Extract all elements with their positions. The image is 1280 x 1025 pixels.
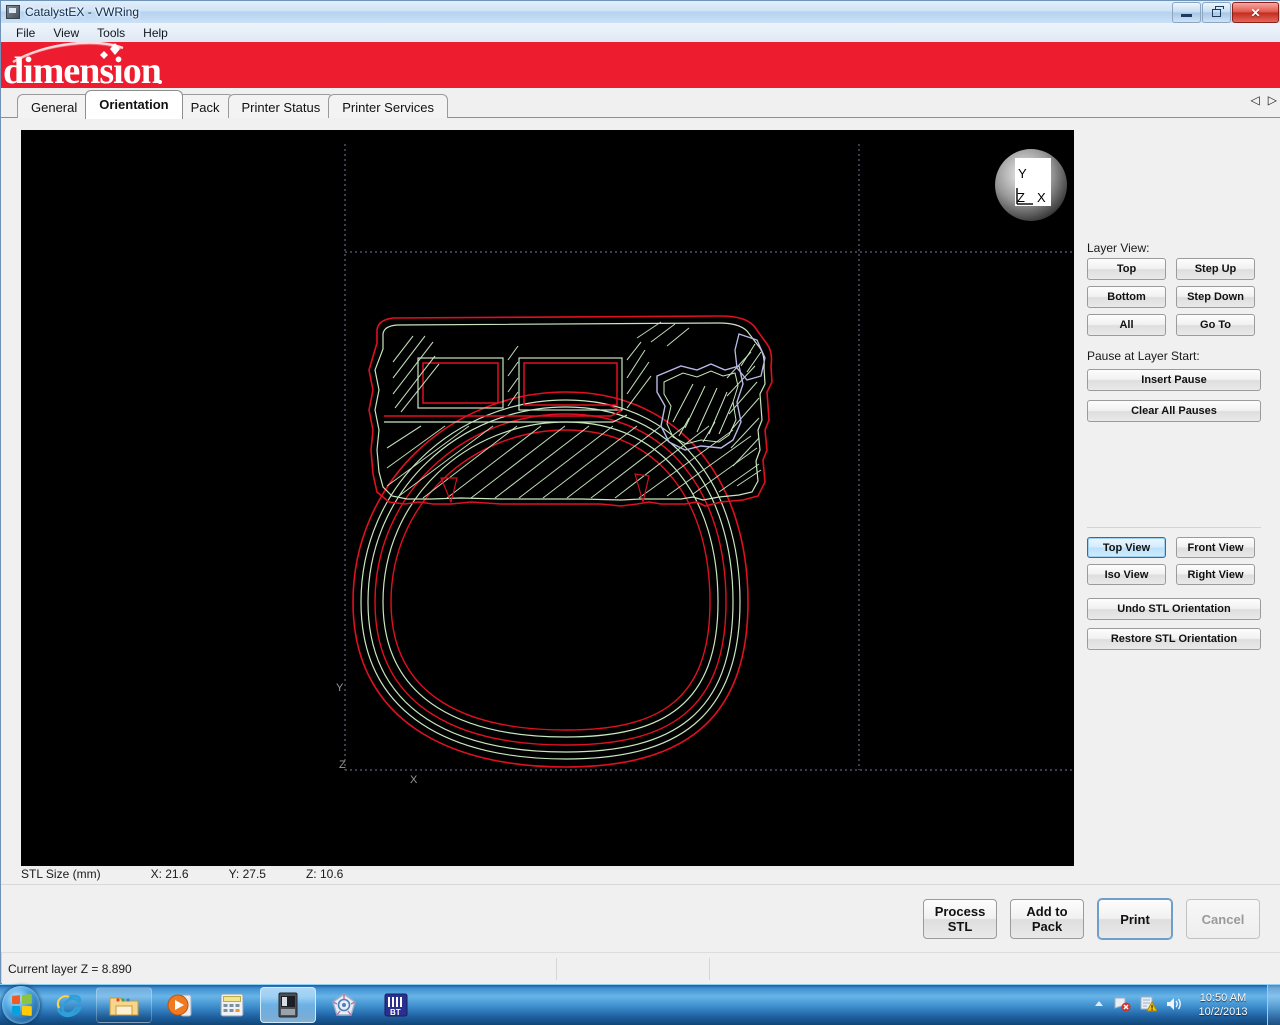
layer-all-button[interactable]: All xyxy=(1087,314,1166,336)
viewport-container: Y Z X Y Z X xyxy=(21,130,1074,870)
layer-bottom-button[interactable]: Bottom xyxy=(1087,286,1166,308)
screen: CatalystEX - VWRing ✕ File View Tools He… xyxy=(0,0,1280,1025)
svg-text:Y: Y xyxy=(336,682,344,694)
undo-stl-orientation-button[interactable]: Undo STL Orientation xyxy=(1087,598,1261,620)
status-current-layer: Current layer Z = 8.890 xyxy=(8,961,132,976)
taskbar-catalystex[interactable] xyxy=(260,987,316,1023)
stl-size-bar: STL Size (mm) X: 21.6 Y: 27.5 Z: 10.6 xyxy=(21,863,1074,885)
network-error-icon[interactable] xyxy=(1113,996,1131,1015)
print-button[interactable]: Print xyxy=(1098,899,1172,939)
menu-item-file[interactable]: File xyxy=(7,24,44,42)
stl-size-label: STL Size (mm) xyxy=(21,867,101,881)
layer-view-label: Layer View: xyxy=(1087,241,1150,255)
tab-scroll-left-icon[interactable]: ◁ xyxy=(1251,93,1260,107)
status-cell-3 xyxy=(710,957,1270,981)
brand-name: dimension xyxy=(3,50,162,88)
tab-printer-services[interactable]: Printer Services xyxy=(328,94,449,119)
printer-app-icon xyxy=(278,992,298,1018)
svg-text:X: X xyxy=(1037,190,1046,205)
restore-stl-orientation-button[interactable]: Restore STL Orientation xyxy=(1087,628,1261,650)
design-app-icon xyxy=(332,993,356,1016)
taskbar-calculator[interactable] xyxy=(208,987,256,1023)
view-preset-buttons: Top View Front View Iso View Right View xyxy=(1087,537,1255,585)
tab-strip: General Orientation Pack Printer Status … xyxy=(1,88,1280,119)
folder-icon xyxy=(109,997,139,1016)
tab-printer-status[interactable]: Printer Status xyxy=(227,94,335,119)
insert-pause-button[interactable]: Insert Pause xyxy=(1087,369,1261,391)
iso-view-button[interactable]: Iso View xyxy=(1087,564,1166,585)
taskbar-bt-app[interactable]: BT xyxy=(372,987,420,1023)
toolpath-preview: Y Z X Y Z X xyxy=(21,130,1074,866)
svg-text:Z: Z xyxy=(339,759,346,771)
tab-scroll-controls: ◁ ▷ xyxy=(1251,93,1277,107)
content-area: Y Z X Y Z X STL Size (mm) X: 21.6 Y: 27.… xyxy=(1,118,1280,1001)
brand-dot xyxy=(158,80,162,84)
taskbar-file-explorer[interactable] xyxy=(96,987,152,1023)
front-view-button[interactable]: Front View xyxy=(1176,537,1255,558)
tray-expand-icon[interactable] xyxy=(1093,998,1105,1013)
process-stl-button[interactable]: Process STL xyxy=(923,899,997,939)
cancel-button: Cancel xyxy=(1186,899,1260,939)
volume-icon[interactable] xyxy=(1165,996,1183,1015)
start-button[interactable] xyxy=(2,986,40,1024)
taskbar-internet-explorer[interactable] xyxy=(44,987,92,1023)
close-button[interactable]: ✕ xyxy=(1232,2,1279,23)
stl-size-y: Y: 27.5 xyxy=(228,867,266,881)
tab-general[interactable]: General xyxy=(17,94,92,119)
bt-app-icon: BT xyxy=(384,993,408,1017)
internet-explorer-icon xyxy=(56,994,82,1018)
top-view-button[interactable]: Top View xyxy=(1087,537,1166,558)
right-view-button[interactable]: Right View xyxy=(1176,564,1255,585)
layer-step-up-button[interactable]: Step Up xyxy=(1176,258,1255,280)
show-desktop-button[interactable] xyxy=(1267,985,1280,1025)
title-bar: CatalystEX - VWRing ✕ xyxy=(1,1,1280,23)
window-controls: ✕ xyxy=(1171,2,1279,23)
layer-top-button[interactable]: Top xyxy=(1087,258,1166,280)
system-tray: 10:50 AM 10/2/2013 xyxy=(1089,985,1280,1025)
pause-at-layer-start-label: Pause at Layer Start: xyxy=(1087,349,1200,363)
panel-divider xyxy=(1087,527,1261,528)
layer-step-down-button[interactable]: Step Down xyxy=(1176,286,1255,308)
svg-text:X: X xyxy=(410,774,418,786)
window-title: CatalystEX - VWRing xyxy=(25,5,140,19)
svg-text:Z: Z xyxy=(1017,190,1025,205)
action-center-warning-icon[interactable] xyxy=(1139,996,1158,1015)
clock[interactable]: 10:50 AM 10/2/2013 xyxy=(1187,991,1259,1019)
layer-view-buttons: Top Step Up Bottom Step Down All Go To xyxy=(1087,258,1255,336)
action-bar: Process STL Add to Pack Print Cancel xyxy=(1,884,1280,952)
model-viewport[interactable]: Y Z X Y Z X xyxy=(21,130,1074,866)
menu-item-tools[interactable]: Tools xyxy=(88,24,134,42)
menu-item-view[interactable]: View xyxy=(44,24,88,42)
status-bar: Current layer Z = 8.890 xyxy=(2,952,1280,984)
application-window: CatalystEX - VWRing ✕ File View Tools He… xyxy=(0,0,1280,1001)
menu-item-help[interactable]: Help xyxy=(134,24,177,42)
tab-pack[interactable]: Pack xyxy=(176,94,234,119)
status-cell-2 xyxy=(557,957,709,981)
clear-all-pauses-button[interactable]: Clear All Pauses xyxy=(1087,400,1261,422)
brand-banner: dimension xyxy=(1,42,1280,88)
tab-scroll-right-icon[interactable]: ▷ xyxy=(1268,93,1277,107)
clock-time: 10:50 AM xyxy=(1199,992,1247,1004)
restore-button[interactable] xyxy=(1202,2,1231,23)
tab-orientation[interactable]: Orientation xyxy=(85,90,183,119)
svg-text:BT: BT xyxy=(390,1008,401,1017)
taskbar-design-app[interactable] xyxy=(320,987,368,1023)
menu-bar: File View Tools Help xyxy=(1,23,1280,42)
media-player-icon xyxy=(167,994,192,1017)
layer-go-to-button[interactable]: Go To xyxy=(1176,314,1255,336)
minimize-button[interactable] xyxy=(1172,2,1201,23)
taskbar: BT 10:50 AM 10/2/2013 xyxy=(0,984,1280,1025)
svg-text:Y: Y xyxy=(1018,166,1027,181)
windows-logo-icon xyxy=(12,993,32,1017)
calculator-icon xyxy=(220,993,244,1017)
taskbar-media-player[interactable] xyxy=(156,987,204,1023)
stl-size-x: X: 21.6 xyxy=(150,867,189,881)
app-icon xyxy=(6,5,20,19)
add-to-pack-button[interactable]: Add to Pack xyxy=(1010,899,1084,939)
tab-list: General Orientation Pack Printer Status … xyxy=(17,90,449,119)
stl-size-z: Z: 10.6 xyxy=(305,867,344,881)
view-orientation-widget[interactable]: Y Z X xyxy=(995,149,1067,221)
clock-date: 10/2/2013 xyxy=(1198,1006,1248,1018)
